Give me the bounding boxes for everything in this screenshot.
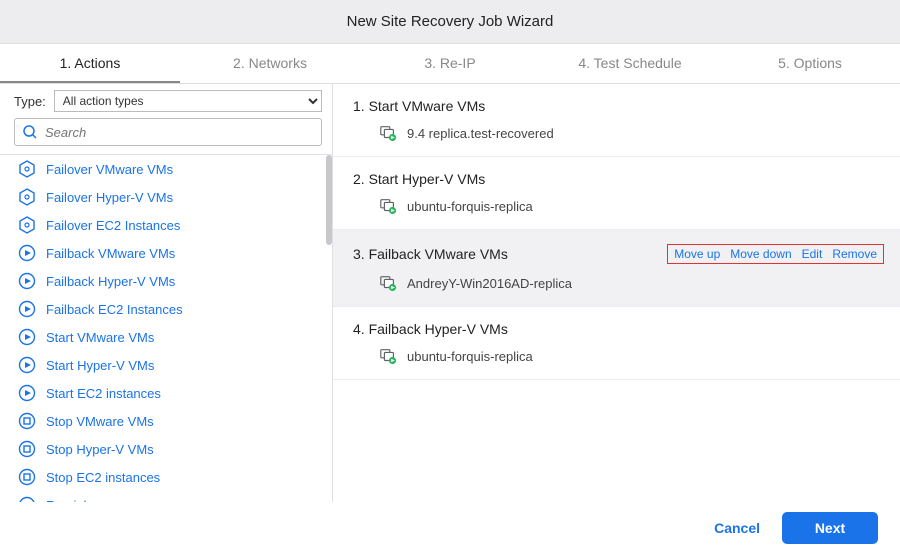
vm-icon <box>379 197 397 215</box>
action-item[interactable]: Stop Hyper-V VMs <box>0 435 332 463</box>
play-circle-icon <box>18 300 36 318</box>
action-item[interactable]: Start VMware VMs <box>0 323 332 351</box>
step-item-label: AndreyY-Win2016AD-replica <box>407 276 572 291</box>
step-head: 2. Start Hyper-V VMs <box>353 171 884 187</box>
hex-icon <box>18 188 36 206</box>
step-body: AndreyY-Win2016AD-replica <box>353 264 884 292</box>
tab-test-schedule[interactable]: 4. Test Schedule <box>540 44 720 83</box>
type-label: Type: <box>14 94 46 109</box>
vm-icon <box>379 124 397 142</box>
wizard-tabs: 1. Actions 2. Networks 3. Re-IP 4. Test … <box>0 44 900 84</box>
tab-reip[interactable]: 3. Re-IP <box>360 44 540 83</box>
tab-networks[interactable]: 2. Networks <box>180 44 360 83</box>
action-label: Start EC2 instances <box>46 386 161 401</box>
right-pane: 1. Start VMware VMs 9.4 replica.test-reco… <box>333 84 900 502</box>
step-item-label: ubuntu-forquis-replica <box>407 199 533 214</box>
step-row[interactable]: 4. Failback Hyper-V VMs ubuntu-forquis-re… <box>333 307 900 380</box>
play-circle-icon <box>18 384 36 402</box>
action-label: Stop EC2 instances <box>46 470 160 485</box>
step-item-label: ubuntu-forquis-replica <box>407 349 533 364</box>
step-item-label: 9.4 replica.test-recovered <box>407 126 554 141</box>
left-pane: Type: All action types Failover VMware V… <box>0 84 333 502</box>
action-label: Start VMware VMs <box>46 330 154 345</box>
play-circle-icon <box>18 244 36 262</box>
step-title: 3. Failback VMware VMs <box>353 246 508 262</box>
step-title: 1. Start VMware VMs <box>353 98 485 114</box>
step-action-link[interactable]: Move up <box>674 247 720 261</box>
action-label: Failback VMware VMs <box>46 246 175 261</box>
step-head: 3. Failback VMware VMs Move up Move down Ed… <box>353 244 884 264</box>
action-label: Failover VMware VMs <box>46 162 173 177</box>
step-title: 4. Failback Hyper-V VMs <box>353 321 508 337</box>
main-area: Type: All action types Failover VMware V… <box>0 84 900 502</box>
step-action-link[interactable]: Move down <box>730 247 791 261</box>
step-row[interactable]: 1. Start VMware VMs 9.4 replica.test-reco… <box>333 84 900 157</box>
action-label: Failover Hyper-V VMs <box>46 190 173 205</box>
vm-icon <box>379 347 397 365</box>
type-select[interactable]: All action types <box>54 90 322 112</box>
action-item[interactable]: Failback Hyper-V VMs <box>0 267 332 295</box>
footer: Cancel Next <box>0 502 900 554</box>
step-title: 2. Start Hyper-V VMs <box>353 171 485 187</box>
action-item[interactable]: Failover Hyper-V VMs <box>0 183 332 211</box>
next-button[interactable]: Next <box>782 512 878 544</box>
tab-label: 3. Re-IP <box>424 55 475 71</box>
action-item[interactable]: Start EC2 instances <box>0 379 332 407</box>
tab-label: 4. Test Schedule <box>578 55 681 71</box>
search-box[interactable] <box>14 118 322 146</box>
action-item[interactable]: Failback VMware VMs <box>0 239 332 267</box>
tab-options[interactable]: 5. Options <box>720 44 900 83</box>
tab-label: 5. Options <box>778 55 842 71</box>
action-label: Start Hyper-V VMs <box>46 358 154 373</box>
play-circle-icon <box>18 272 36 290</box>
tab-actions[interactable]: 1. Actions <box>0 44 180 83</box>
step-head: 1. Start VMware VMs <box>353 98 884 114</box>
step-body: ubuntu-forquis-replica <box>353 187 884 215</box>
wizard-title: New Site Recovery Job Wizard <box>347 13 554 30</box>
action-label: Failback Hyper-V VMs <box>46 274 175 289</box>
step-row[interactable]: 3. Failback VMware VMs Move up Move down Ed… <box>333 230 900 307</box>
action-list: Failover VMware VMs Failover Hyper-V VMs F… <box>0 154 332 502</box>
tab-label: 2. Networks <box>233 55 307 71</box>
step-body: 9.4 replica.test-recovered <box>353 114 884 142</box>
step-actions-box: Move up Move down Edit Remove <box>667 244 884 264</box>
stop-circle-icon <box>18 468 36 486</box>
action-item[interactable]: Failover EC2 Instances <box>0 211 332 239</box>
action-item[interactable]: Stop VMware VMs <box>0 407 332 435</box>
play-circle-icon <box>18 356 36 374</box>
action-item[interactable]: Failback EC2 Instances <box>0 295 332 323</box>
search-icon <box>21 123 39 141</box>
step-action-link[interactable]: Remove <box>832 247 877 261</box>
action-label: Failover EC2 Instances <box>46 218 180 233</box>
step-action-link[interactable]: Edit <box>802 247 823 261</box>
action-item[interactable]: Failover VMware VMs <box>0 155 332 183</box>
stop-circle-icon <box>18 440 36 458</box>
tab-label: 1. Actions <box>60 55 121 71</box>
type-filter-row: Type: All action types <box>0 84 332 112</box>
search-wrap <box>0 112 332 154</box>
search-input[interactable] <box>45 125 315 140</box>
action-label: Failback EC2 Instances <box>46 302 183 317</box>
action-item[interactable]: Stop EC2 instances <box>0 463 332 491</box>
action-label: Stop VMware VMs <box>46 414 154 429</box>
step-body: ubuntu-forquis-replica <box>353 337 884 365</box>
play-circle-icon <box>18 328 36 346</box>
vm-icon <box>379 274 397 292</box>
step-row[interactable]: 2. Start Hyper-V VMs ubuntu-forquis-repli… <box>333 157 900 230</box>
hex-icon <box>18 216 36 234</box>
stop-circle-icon <box>18 412 36 430</box>
hex-icon <box>18 160 36 178</box>
action-label: Stop Hyper-V VMs <box>46 442 154 457</box>
step-head: 4. Failback Hyper-V VMs <box>353 321 884 337</box>
wizard-header: New Site Recovery Job Wizard <box>0 0 900 44</box>
action-item[interactable]: Run jobs <box>0 491 332 502</box>
action-item[interactable]: Start Hyper-V VMs <box>0 351 332 379</box>
cancel-button[interactable]: Cancel <box>714 520 760 536</box>
scrollbar-thumb[interactable] <box>326 155 332 245</box>
